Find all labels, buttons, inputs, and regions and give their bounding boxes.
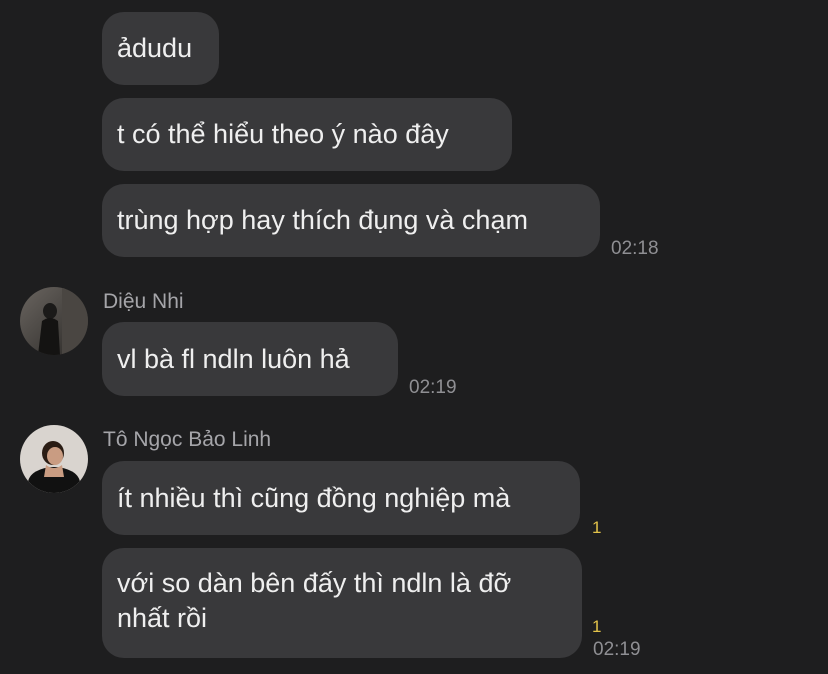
message-text: ảdudu <box>117 33 193 63</box>
avatar[interactable] <box>20 287 88 355</box>
message-text: trùng hợp hay thích đụng và chạm <box>117 205 528 235</box>
message-text: ít nhiều thì cũng đồng nghiệp mà <box>117 482 511 513</box>
message-bubble[interactable]: trùng hợp hay thích đụng và chạm <box>102 184 600 257</box>
sender-name: Diệu Nhi <box>103 290 184 313</box>
message-bubble[interactable]: với so dàn bên đấy thì ndln là đỡ nhất r… <box>102 548 582 658</box>
sender-name: Tô Ngọc Bảo Linh <box>103 428 272 451</box>
message-bubble[interactable]: ít nhiều thì cũng đồng nghiệp mà <box>102 461 580 535</box>
message-text: t có thể hiểu theo ý nào đây <box>117 119 449 149</box>
avatar-photo <box>20 425 88 493</box>
message-timestamp: 02:18 <box>611 238 659 259</box>
message-text: với so dàn bên đấy thì ndln là đỡ nhất r… <box>117 568 512 633</box>
message-bubble[interactable]: vl bà fl ndln luôn hả <box>102 322 398 396</box>
message-bubble[interactable]: ảdudu <box>102 12 219 85</box>
avatar[interactable] <box>20 425 88 493</box>
message-text: vl bà fl ndln luôn hả <box>117 343 350 374</box>
message-timestamp: 02:19 <box>409 377 457 398</box>
reaction-count[interactable]: 1 <box>592 617 601 637</box>
avatar-photo <box>20 287 88 355</box>
message-timestamp: 02:19 <box>593 639 641 660</box>
message-bubble[interactable]: t có thể hiểu theo ý nào đây <box>102 98 512 171</box>
reaction-count[interactable]: 1 <box>592 518 601 538</box>
